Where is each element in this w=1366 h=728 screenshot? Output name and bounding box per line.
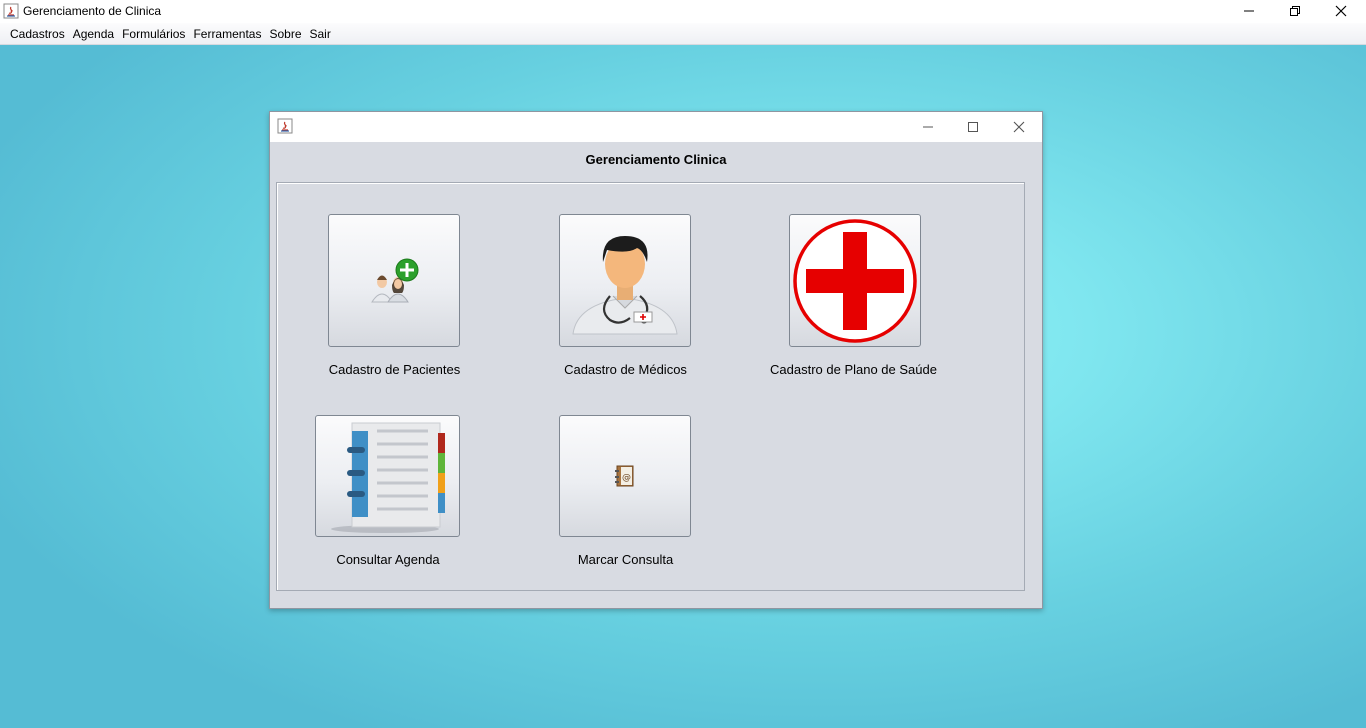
restore-button[interactable] (1272, 0, 1318, 22)
main-title-bar: Gerenciamento de Clinica (0, 0, 1366, 23)
address-book-icon: @ (615, 465, 634, 487)
menu-sobre[interactable]: Sobre (265, 23, 305, 45)
consultar-agenda-label: Consultar Agenda (336, 552, 440, 567)
minimize-icon (1244, 10, 1254, 12)
menu-agenda[interactable]: Agenda (69, 23, 118, 45)
frame-heading: Gerenciamento Clinica (585, 152, 727, 167)
consultar-agenda-button[interactable] (315, 415, 460, 537)
cadastro-medicos-button[interactable] (559, 214, 691, 347)
window-title: Gerenciamento de Clinica (23, 4, 162, 18)
frame-maximize-button[interactable] (962, 116, 984, 138)
cadastro-plano-saude-button[interactable] (789, 214, 921, 347)
close-icon (1013, 121, 1025, 133)
add-patients-icon (371, 258, 419, 302)
restore-icon (1290, 6, 1300, 16)
cadastro-plano-saude-label: Cadastro de Plano de Saúde (770, 362, 937, 377)
maximize-icon (968, 122, 978, 132)
cadastro-pacientes-label: Cadastro de Pacientes (328, 362, 461, 377)
java-frame-icon (277, 118, 293, 134)
menu-cadastros[interactable]: Cadastros (6, 23, 69, 45)
frame-close-button[interactable] (1008, 116, 1030, 138)
frame-title-bar[interactable] (270, 112, 1042, 142)
cadastro-medicos-label: Cadastro de Médicos (564, 362, 687, 377)
internal-frame: Gerenciamento Clinica Cadastro de Pacien… (269, 111, 1043, 609)
doctor-icon (572, 235, 678, 334)
close-icon (1335, 5, 1347, 17)
minimize-button[interactable] (1226, 0, 1272, 22)
button-panel: Cadastro de Pacientes Cadastro de Médico… (276, 182, 1025, 591)
java-app-icon (3, 3, 19, 19)
marcar-consulta-label: Marcar Consulta (577, 552, 674, 567)
menu-ferramentas[interactable]: Ferramentas (189, 23, 265, 45)
menu-formularios[interactable]: Formulários (118, 23, 189, 45)
menu-sair[interactable]: Sair (306, 23, 335, 45)
close-button[interactable] (1318, 0, 1364, 22)
svg-text:@: @ (622, 473, 631, 483)
menu-bar: Cadastros Agenda Formulários Ferramentas… (0, 23, 1366, 45)
cadastro-pacientes-button[interactable] (328, 214, 460, 347)
marcar-consulta-button[interactable]: @ (559, 415, 691, 537)
red-cross-icon (793, 218, 917, 343)
agenda-book-icon (330, 422, 445, 533)
frame-minimize-button[interactable] (917, 116, 939, 138)
minimize-icon (923, 126, 933, 128)
